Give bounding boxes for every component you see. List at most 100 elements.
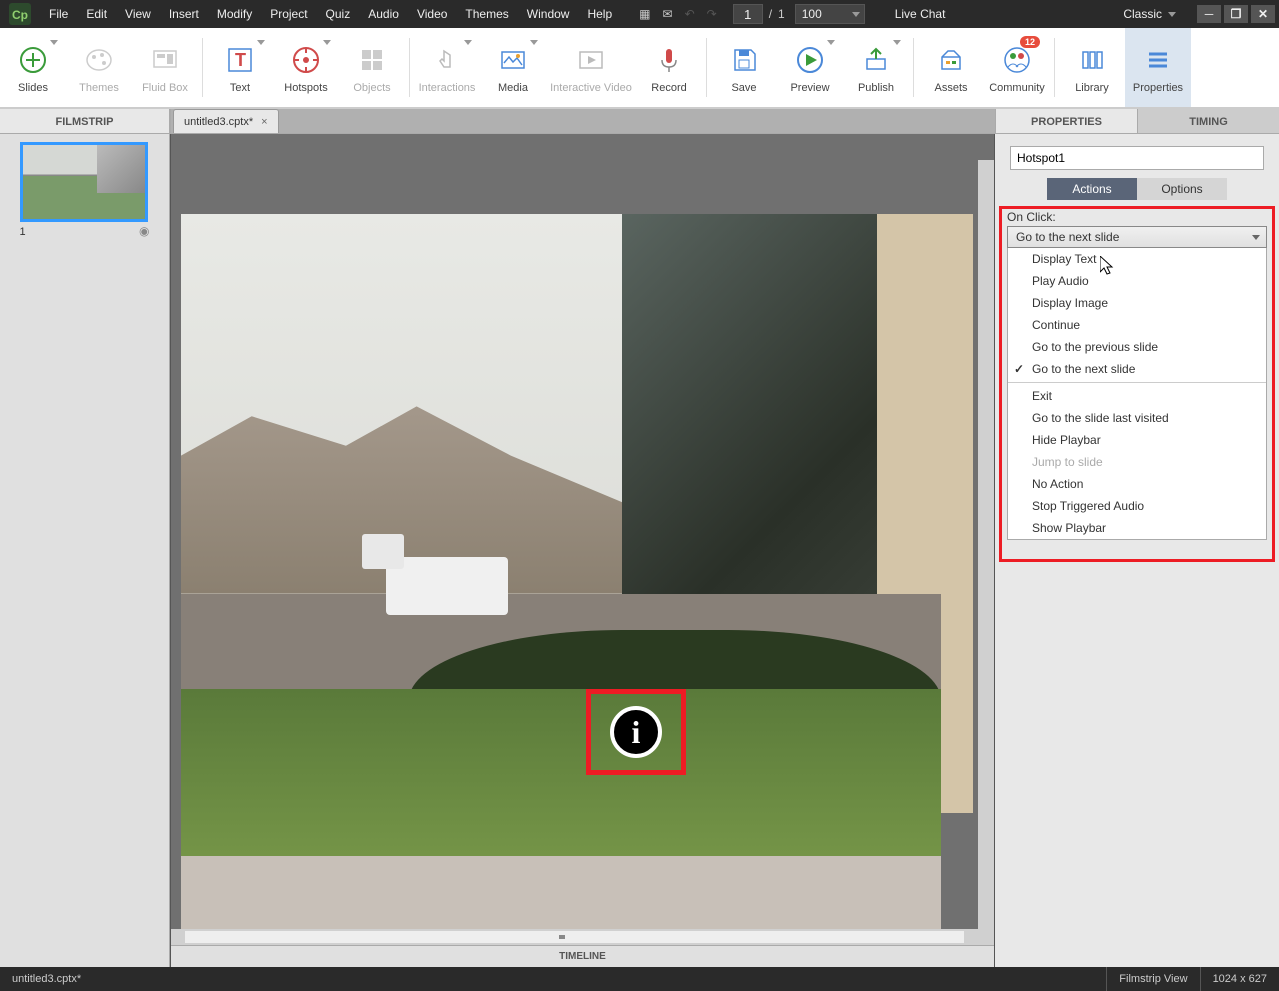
- zoom-select[interactable]: 100: [795, 4, 865, 24]
- action-option[interactable]: Go to the previous slide: [1008, 336, 1266, 358]
- maximize-button[interactable]: ❐: [1224, 5, 1248, 23]
- interactive-video-tool[interactable]: Interactive Video: [546, 28, 636, 107]
- main-area: 1 ◉ i TIMELINE Actions Options On Click:…: [0, 134, 1279, 967]
- chevron-down-icon: [464, 40, 472, 45]
- hotspot-selection[interactable]: i: [586, 689, 686, 775]
- vr-icon: ◉: [139, 224, 149, 238]
- workspace-select[interactable]: Classic: [1113, 7, 1186, 21]
- action-option[interactable]: Exit: [1008, 385, 1266, 407]
- mail-icon[interactable]: ✉: [663, 7, 673, 21]
- minimize-button[interactable]: ─: [1197, 5, 1221, 23]
- slides-tool[interactable]: Slides: [0, 28, 66, 107]
- toolbar: Slides Themes Fluid Box T Text Hotspots …: [0, 28, 1279, 108]
- horizontal-scrollbar[interactable]: [171, 929, 978, 945]
- document-tab-label: untitled3.cptx*: [184, 116, 253, 128]
- record-tool[interactable]: Record: [636, 28, 702, 107]
- canvas-area: i TIMELINE: [170, 134, 995, 967]
- on-click-action-select[interactable]: Go to the next slide: [1007, 226, 1267, 248]
- action-option[interactable]: Continue: [1008, 314, 1266, 336]
- slide-canvas[interactable]: i: [181, 214, 941, 944]
- objects-tool[interactable]: Objects: [339, 28, 405, 107]
- object-name-input[interactable]: [1010, 146, 1264, 170]
- menu-quiz[interactable]: Quiz: [317, 0, 360, 28]
- action-option[interactable]: Hide Playbar: [1008, 429, 1266, 451]
- menu-items: FileEditViewInsertModifyProjectQuizAudio…: [40, 0, 621, 28]
- subtab-actions[interactable]: Actions: [1047, 178, 1137, 200]
- statusbar: untitled3.cptx* Filmstrip View 1024 x 62…: [0, 967, 1279, 991]
- document-tab-bar: untitled3.cptx* ×: [170, 109, 995, 133]
- text-tool[interactable]: T Text: [207, 28, 273, 107]
- action-option[interactable]: No Action: [1008, 473, 1266, 495]
- action-dropdown-list: Display TextPlay AudioDisplay ImageConti…: [1007, 248, 1267, 540]
- redo-icon[interactable]: ↷: [707, 7, 717, 21]
- tab-properties[interactable]: PROPERTIES: [995, 109, 1137, 133]
- chevron-down-icon: [323, 40, 331, 45]
- tab-close-icon[interactable]: ×: [261, 116, 267, 128]
- publish-tool[interactable]: Publish: [843, 28, 909, 107]
- page-separator: /: [769, 7, 772, 21]
- tab-timing[interactable]: TIMING: [1137, 109, 1279, 133]
- menu-project[interactable]: Project: [261, 0, 316, 28]
- close-button[interactable]: ✕: [1251, 5, 1275, 23]
- interactive-video-icon: [573, 42, 609, 78]
- save-tool[interactable]: Save: [711, 28, 777, 107]
- menu-audio[interactable]: Audio: [359, 0, 408, 28]
- selected-action-text: Go to the next slide: [1016, 230, 1119, 244]
- menu-insert[interactable]: Insert: [160, 0, 208, 28]
- action-option[interactable]: Go to the next slide: [1008, 358, 1266, 380]
- interactions-icon: [429, 42, 465, 78]
- action-option[interactable]: Play Audio: [1008, 270, 1266, 292]
- themes-tool[interactable]: Themes: [66, 28, 132, 107]
- chevron-down-icon: [257, 40, 265, 45]
- action-option[interactable]: Display Text: [1008, 248, 1266, 270]
- community-tool[interactable]: 12 Community: [984, 28, 1050, 107]
- app-logo-icon: Cp: [8, 2, 32, 26]
- menu-file[interactable]: File: [40, 0, 77, 28]
- subtab-options[interactable]: Options: [1137, 178, 1227, 200]
- undo-icon[interactable]: ↶: [685, 7, 695, 21]
- menu-modify[interactable]: Modify: [208, 0, 261, 28]
- action-option[interactable]: Stop Triggered Audio: [1008, 495, 1266, 517]
- media-tool[interactable]: Media: [480, 28, 546, 107]
- properties-panel: Actions Options On Click: Go to the next…: [995, 134, 1279, 967]
- menu-themes[interactable]: Themes: [456, 0, 517, 28]
- info-icon: i: [610, 706, 662, 758]
- library-tool[interactable]: Library: [1059, 28, 1125, 107]
- menubar-icon-group: ▦ ✉ ↶ ↷: [633, 7, 723, 21]
- library-icon: [1074, 42, 1110, 78]
- menu-edit[interactable]: Edit: [77, 0, 116, 28]
- preview-tool[interactable]: Preview: [777, 28, 843, 107]
- status-filename: untitled3.cptx*: [0, 973, 93, 985]
- slide-thumbnail[interactable]: 1 ◉: [20, 142, 150, 238]
- chevron-down-icon: [530, 40, 538, 45]
- menu-window[interactable]: Window: [518, 0, 579, 28]
- vertical-scrollbar[interactable]: [978, 160, 994, 945]
- hotspots-tool[interactable]: Hotspots: [273, 28, 339, 107]
- page-total: 1: [778, 7, 785, 21]
- action-option[interactable]: Go to the slide last visited: [1008, 407, 1266, 429]
- action-option[interactable]: Show Playbar: [1008, 517, 1266, 539]
- menu-view[interactable]: View: [116, 0, 160, 28]
- page-current-input[interactable]: [733, 4, 763, 24]
- interactions-tool[interactable]: Interactions: [414, 28, 480, 107]
- status-view-mode: Filmstrip View: [1106, 967, 1199, 991]
- properties-tool[interactable]: Properties: [1125, 28, 1191, 107]
- layout-icon[interactable]: ▦: [639, 7, 650, 21]
- svg-text:T: T: [235, 50, 246, 70]
- chevron-down-icon: [827, 40, 835, 45]
- fluidbox-tool[interactable]: Fluid Box: [132, 28, 198, 107]
- chevron-down-icon: [893, 40, 901, 45]
- assets-tool[interactable]: Assets: [918, 28, 984, 107]
- live-chat-link[interactable]: Live Chat: [895, 7, 946, 21]
- action-option[interactable]: Display Image: [1008, 292, 1266, 314]
- slides-icon: [15, 42, 51, 78]
- publish-icon: [858, 42, 894, 78]
- fluidbox-icon: [147, 42, 183, 78]
- document-tab[interactable]: untitled3.cptx* ×: [173, 109, 279, 133]
- timeline-panel-header[interactable]: TIMELINE: [171, 945, 994, 967]
- objects-icon: [354, 42, 390, 78]
- status-dimensions: 1024 x 627: [1200, 967, 1279, 991]
- menu-video[interactable]: Video: [408, 0, 456, 28]
- menu-help[interactable]: Help: [578, 0, 621, 28]
- filmstrip-panel: 1 ◉: [0, 134, 170, 967]
